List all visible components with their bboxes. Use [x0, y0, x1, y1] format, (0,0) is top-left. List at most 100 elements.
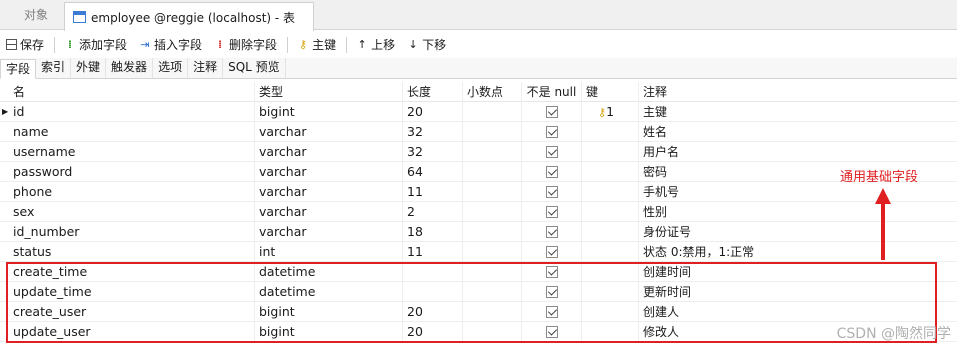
cell-comment[interactable]: 性别 — [639, 202, 939, 222]
cell-length[interactable]: 64 — [403, 162, 463, 182]
cell-comment[interactable]: 状态 0:禁用，1:正常 — [639, 242, 939, 262]
row-selector[interactable] — [0, 182, 9, 202]
cell-decimal[interactable] — [463, 102, 522, 122]
cell-comment[interactable]: 创建时间 — [639, 262, 939, 282]
table-row[interactable]: phone varchar 11 手机号 — [0, 182, 957, 202]
add-field-button[interactable]: ⁞ 添加字段 — [62, 34, 129, 56]
cell-type[interactable]: varchar — [255, 222, 403, 242]
cell-comment[interactable]: 更新时间 — [639, 282, 939, 302]
cell-name[interactable]: id_number — [9, 222, 255, 242]
cell-length[interactable]: 11 — [403, 182, 463, 202]
cell-name[interactable]: update_time — [9, 282, 255, 302]
move-down-button[interactable]: ↓ 下移 — [405, 34, 448, 56]
table-row[interactable]: sex varchar 2 性别 — [0, 202, 957, 222]
cell-decimal[interactable] — [463, 182, 522, 202]
cell-comment[interactable]: 手机号 — [639, 182, 939, 202]
cell-length[interactable]: 11 — [403, 242, 463, 262]
cell-name[interactable]: sex — [9, 202, 255, 222]
table-row[interactable]: status int 11 状态 0:禁用，1:正常 — [0, 242, 957, 262]
table-row[interactable]: name varchar 32 姓名 — [0, 122, 957, 142]
not-null-checkbox[interactable] — [545, 305, 558, 318]
cell-type[interactable]: datetime — [255, 282, 403, 302]
primary-key-button[interactable]: ⚷ 主键 — [295, 34, 338, 56]
cell-type[interactable]: varchar — [255, 122, 403, 142]
cell-length[interactable] — [403, 262, 463, 282]
cell-type[interactable]: bigint — [255, 102, 403, 122]
cell-length[interactable]: 20 — [403, 102, 463, 122]
subtab-indexes[interactable]: 索引 — [36, 58, 72, 78]
cell-name[interactable]: create_user — [9, 302, 255, 322]
column-header-key[interactable]: 键 — [582, 82, 639, 102]
row-selector[interactable] — [0, 242, 9, 262]
not-null-checkbox[interactable] — [545, 285, 558, 298]
not-null-checkbox[interactable] — [545, 165, 558, 178]
not-null-checkbox[interactable] — [545, 265, 558, 278]
cell-decimal[interactable] — [463, 262, 522, 282]
row-selector[interactable] — [0, 262, 9, 282]
cell-length[interactable]: 20 — [403, 302, 463, 322]
column-header-not-null[interactable]: 不是 null — [522, 82, 582, 102]
cell-name[interactable]: name — [9, 122, 255, 142]
row-selector[interactable] — [0, 142, 9, 162]
cell-comment[interactable]: 创建人 — [639, 302, 939, 322]
subtab-triggers[interactable]: 触发器 — [106, 58, 154, 78]
not-null-checkbox[interactable] — [545, 225, 558, 238]
cell-comment[interactable]: 主键 — [639, 102, 939, 122]
cell-name[interactable]: username — [9, 142, 255, 162]
cell-decimal[interactable] — [463, 122, 522, 142]
cell-decimal[interactable] — [463, 242, 522, 262]
cell-length[interactable]: 32 — [403, 142, 463, 162]
cell-length[interactable]: 32 — [403, 122, 463, 142]
cell-name[interactable]: status — [9, 242, 255, 262]
row-selector[interactable] — [0, 222, 9, 242]
cell-comment[interactable]: 用户名 — [639, 142, 939, 162]
row-selector[interactable] — [0, 302, 9, 322]
cell-length[interactable] — [403, 282, 463, 302]
subtab-fields[interactable]: 字段 — [0, 59, 37, 79]
cell-length[interactable]: 20 — [403, 322, 463, 342]
not-null-checkbox[interactable] — [545, 245, 558, 258]
not-null-checkbox[interactable] — [545, 185, 558, 198]
row-selector[interactable] — [0, 122, 9, 142]
cell-decimal[interactable] — [463, 222, 522, 242]
table-row[interactable]: update_user bigint 20 修改人 — [0, 322, 957, 342]
column-header-type[interactable]: 类型 — [255, 82, 403, 102]
cell-decimal[interactable] — [463, 142, 522, 162]
table-row[interactable]: update_time datetime 更新时间 — [0, 282, 957, 302]
column-header-name[interactable]: 名 — [9, 82, 255, 102]
row-selector[interactable] — [0, 322, 9, 342]
cell-decimal[interactable] — [463, 202, 522, 222]
cell-name[interactable]: phone — [9, 182, 255, 202]
table-row[interactable]: username varchar 32 用户名 — [0, 142, 957, 162]
cell-comment[interactable]: 姓名 — [639, 122, 939, 142]
column-header-length[interactable]: 长度 — [403, 82, 463, 102]
cell-decimal[interactable] — [463, 322, 522, 342]
subtab-options[interactable]: 选项 — [153, 58, 189, 78]
save-button[interactable]: 保存 — [4, 34, 46, 56]
cell-name[interactable]: password — [9, 162, 255, 182]
insert-field-button[interactable]: ⇥ 插入字段 — [137, 34, 204, 56]
column-header-decimal[interactable]: 小数点 — [463, 82, 522, 102]
cell-decimal[interactable] — [463, 282, 522, 302]
cell-type[interactable]: varchar — [255, 142, 403, 162]
cell-comment[interactable]: 身份证号 — [639, 222, 939, 242]
cell-decimal[interactable] — [463, 302, 522, 322]
row-selector[interactable] — [0, 282, 9, 302]
table-row[interactable]: id_number varchar 18 身份证号 — [0, 222, 957, 242]
row-selector[interactable] — [0, 162, 9, 182]
tab-employee-table[interactable]: employee @reggie (localhost) - 表 — [64, 2, 314, 31]
tab-objects[interactable]: 对象 — [10, 0, 62, 30]
cell-name[interactable]: id — [9, 102, 255, 122]
not-null-checkbox[interactable] — [545, 205, 558, 218]
not-null-checkbox[interactable] — [545, 105, 558, 118]
row-selector[interactable] — [0, 202, 9, 222]
not-null-checkbox[interactable] — [545, 145, 558, 158]
delete-field-button[interactable]: ⁞ 删除字段 — [212, 34, 279, 56]
subtab-comment[interactable]: 注释 — [188, 58, 224, 78]
cell-name[interactable]: create_time — [9, 262, 255, 282]
cell-type[interactable]: datetime — [255, 262, 403, 282]
cell-type[interactable]: bigint — [255, 322, 403, 342]
table-row[interactable]: create_time datetime 创建时间 — [0, 262, 957, 282]
cell-length[interactable]: 18 — [403, 222, 463, 242]
subtab-foreign-keys[interactable]: 外键 — [71, 58, 107, 78]
